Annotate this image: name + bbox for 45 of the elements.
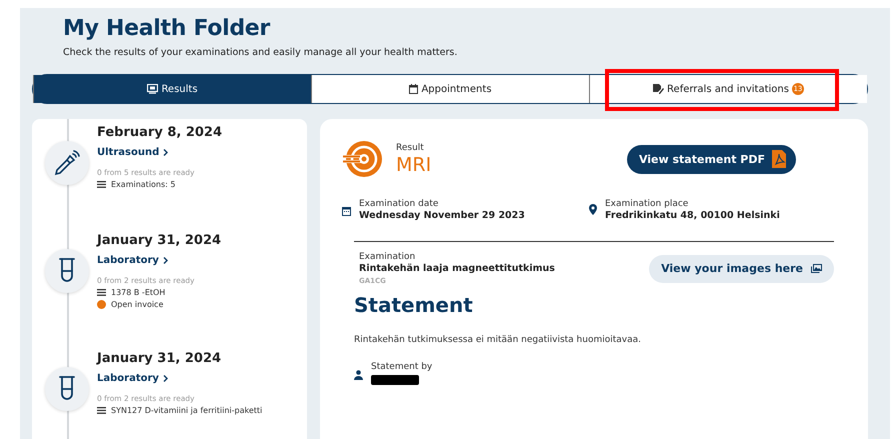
images-icon	[811, 264, 822, 273]
pdf-icon	[772, 150, 786, 168]
list-icon	[97, 407, 106, 414]
category-link[interactable]: Laboratory	[97, 373, 168, 384]
tab[interactable]: Appointments	[311, 75, 589, 103]
list-icon	[97, 289, 106, 296]
person-icon	[354, 370, 363, 380]
ultrasound-probe-icon	[53, 149, 81, 177]
examination-name: Rintakehän laaja magneettitutkimus	[359, 263, 555, 274]
examination-info: 1378 B -EtOH	[111, 288, 166, 297]
list-icon	[97, 181, 106, 188]
result-label: Result	[396, 142, 425, 152]
field-label: Statement by	[371, 362, 432, 372]
location-pin-icon	[589, 204, 597, 215]
visit-date: January 31, 2024	[97, 233, 222, 248]
monitor-icon	[147, 84, 158, 94]
examination-info: SYN127 D-vitamiini ja ferritiini-paketti	[111, 406, 262, 415]
examination-date: Wednesday November 29 2023	[359, 210, 525, 221]
section-heading: Statement	[354, 293, 474, 317]
invoice-status: Open invoice	[111, 300, 164, 309]
chevron-icon	[163, 149, 168, 156]
view-images-button[interactable]: View your images here	[649, 254, 834, 282]
page-subtitle: Check the results of your examinations and easily manage all your health matters.	[63, 47, 458, 58]
visit-date: February 8, 2024	[97, 125, 222, 140]
calendar-icon	[342, 206, 351, 216]
category-link[interactable]: Laboratory	[97, 255, 168, 266]
calendar-icon	[409, 84, 418, 94]
field-label: Examination place	[605, 199, 690, 209]
field-label: Examination date	[359, 199, 440, 209]
examination-info: Examinations: 5	[111, 180, 176, 189]
chevron-icon	[162, 257, 168, 264]
document-pen-icon	[653, 84, 664, 94]
visit-date: January 31, 2024	[97, 351, 222, 366]
mri-scanner-icon	[342, 139, 384, 179]
result-type: MRI	[396, 154, 432, 176]
category-link[interactable]: Ultrasound	[97, 147, 168, 158]
page-title: My Health Folder	[63, 16, 272, 41]
tab[interactable]: Results	[33, 75, 311, 103]
statement-text: Rintakehän tutkimuksessa ei mitään negatiivista huomioitavaa.	[354, 335, 642, 345]
test-tube-icon	[57, 257, 77, 285]
chevron-icon	[162, 375, 168, 382]
view-pdf-button[interactable]: View statement PDF	[626, 144, 796, 174]
test-tube-icon	[57, 375, 77, 403]
field-label: Examination	[359, 252, 416, 262]
examination-place: Fredrikinkatu 48, 00100 Helsinki	[605, 210, 780, 221]
